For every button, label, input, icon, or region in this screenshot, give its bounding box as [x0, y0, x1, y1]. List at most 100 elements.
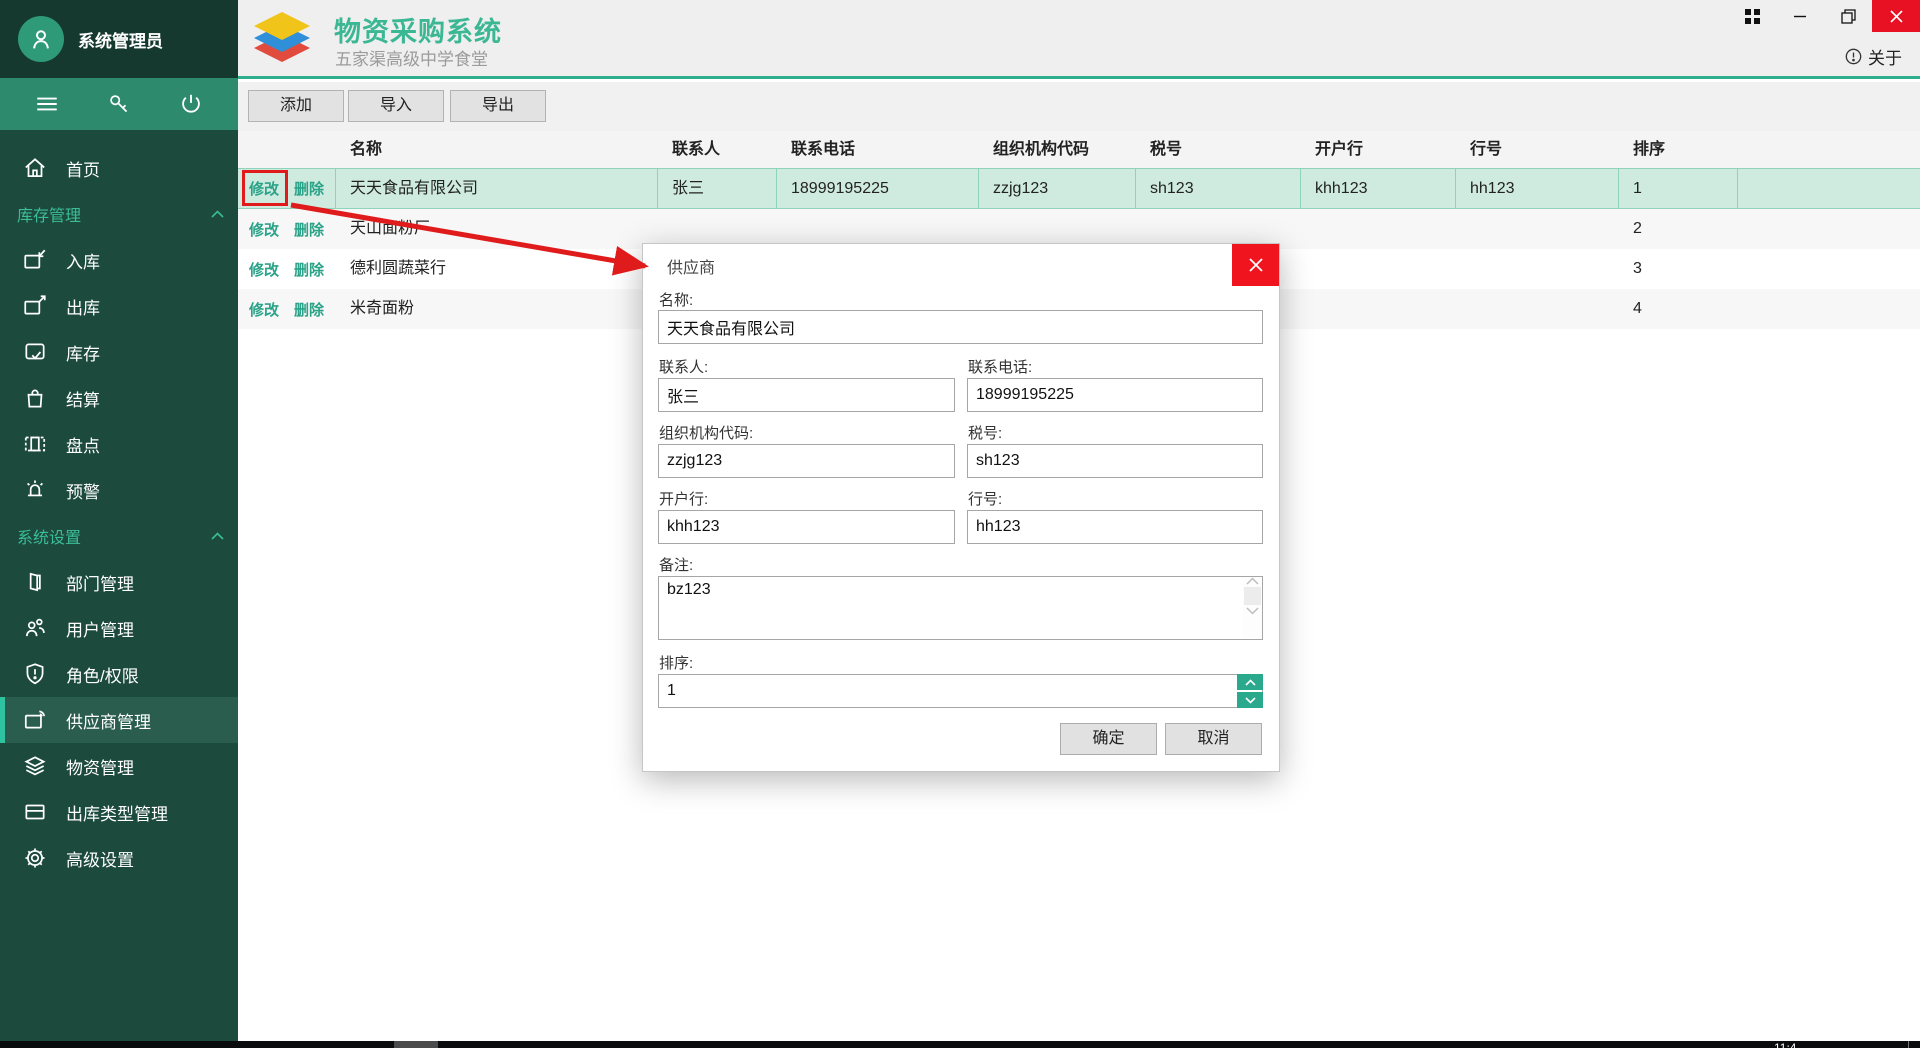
taskbar-item[interactable]	[394, 1041, 438, 1048]
column-header: 排序	[1619, 131, 1738, 168]
cell-name: 天山面粉厂	[336, 209, 658, 249]
column-header: 组织机构代码	[979, 131, 1136, 168]
toolbar: 添加 导入 导出	[238, 82, 1920, 131]
sidebar-item-label: 首页	[66, 156, 100, 181]
cell-bank	[1301, 209, 1456, 249]
column-header: 税号	[1136, 131, 1301, 168]
name-field[interactable]	[658, 310, 1263, 344]
bank-no-label: 行号:	[968, 488, 1002, 509]
stock-icon	[22, 339, 48, 365]
about-button[interactable]: 关于	[1845, 44, 1902, 69]
remark-field[interactable]: bz123	[658, 576, 1263, 640]
sidebar-item-outbound-type[interactable]: 出库类型管理	[0, 789, 238, 835]
chevron-up-icon	[211, 210, 224, 218]
restore-icon[interactable]	[1824, 0, 1872, 32]
sidebar-item-stocktake[interactable]: 盘点	[0, 421, 238, 467]
sidebar-item-label: 出库	[66, 294, 100, 319]
cancel-button[interactable]: 取消	[1165, 723, 1262, 755]
cell-org-code: zzjg123	[979, 169, 1136, 208]
tax-no-field[interactable]	[967, 444, 1263, 478]
sidebar-item-roles[interactable]: 角色/权限	[0, 651, 238, 697]
sidebar-item-outbound[interactable]: 出库	[0, 283, 238, 329]
grid-icon[interactable]	[1728, 0, 1776, 32]
import-button[interactable]: 导入	[348, 90, 444, 122]
spinner-down-icon[interactable]	[1237, 692, 1263, 708]
table-header-row: 名称 联系人 联系电话 组织机构代码 税号 开户行 行号 排序	[238, 131, 1920, 168]
column-header: 联系人	[658, 131, 777, 168]
delete-link[interactable]: 删除	[294, 178, 324, 199]
power-icon[interactable]	[174, 87, 208, 121]
edit-link[interactable]: 修改	[249, 219, 279, 240]
sidebar-item-alert[interactable]: 预警	[0, 467, 238, 513]
sidebar-item-label: 结算	[66, 386, 100, 411]
gear-icon	[22, 845, 48, 871]
stocktake-icon	[22, 431, 48, 457]
department-icon	[22, 569, 48, 595]
export-button[interactable]: 导出	[450, 90, 546, 122]
dialog-close-button[interactable]	[1232, 244, 1279, 286]
edit-link[interactable]: 修改	[249, 178, 279, 199]
bank-no-field[interactable]	[967, 510, 1263, 544]
scroll-thumb[interactable]	[1244, 587, 1261, 605]
column-header: 名称	[336, 131, 658, 168]
sidebar-item-advanced[interactable]: 高级设置	[0, 835, 238, 881]
sort-field[interactable]	[658, 674, 1263, 708]
sidebar-item-stock[interactable]: 库存	[0, 329, 238, 375]
bank-field[interactable]	[658, 510, 955, 544]
column-header: 行号	[1456, 131, 1619, 168]
remark-scrollbar[interactable]	[1243, 577, 1262, 639]
sidebar-item-inbound[interactable]: 入库	[0, 237, 238, 283]
add-button[interactable]: 添加	[248, 90, 344, 122]
delete-link[interactable]: 删除	[294, 259, 324, 280]
table-row[interactable]: 修改 删除 天天食品有限公司 张三 18999195225 zzjg123 sh…	[238, 168, 1920, 209]
users-icon	[22, 615, 48, 641]
app-subtitle: 五家渠高级中学食堂	[335, 45, 488, 70]
inbound-icon	[22, 247, 48, 273]
minimize-icon[interactable]	[1776, 0, 1824, 32]
edit-link[interactable]: 修改	[249, 299, 279, 320]
scroll-up-icon[interactable]	[1246, 577, 1259, 585]
org-code-field[interactable]	[658, 444, 955, 478]
cell-sort: 4	[1619, 289, 1738, 329]
sidebar-item-home[interactable]: 首页	[0, 145, 238, 191]
sidebar-item-label: 供应商管理	[66, 708, 151, 733]
key-icon[interactable]	[102, 87, 136, 121]
delete-link[interactable]: 删除	[294, 299, 324, 320]
dialog-title: 供应商	[667, 254, 715, 278]
scroll-down-icon[interactable]	[1246, 607, 1259, 615]
outbound-icon	[22, 293, 48, 319]
ok-button[interactable]: 确定	[1060, 723, 1157, 755]
sidebar-item-suppliers[interactable]: 供应商管理	[0, 697, 238, 743]
spinner-up-icon[interactable]	[1237, 674, 1263, 690]
sidebar-group-inventory[interactable]: 库存管理	[0, 191, 238, 237]
delete-link[interactable]: 删除	[294, 219, 324, 240]
contact-field[interactable]	[658, 378, 955, 412]
cell-contact: 张三	[658, 169, 777, 208]
sidebar-item-users[interactable]: 用户管理	[0, 605, 238, 651]
close-icon[interactable]	[1872, 0, 1920, 32]
sidebar-group-label: 系统设置	[17, 524, 81, 548]
about-label: 关于	[1868, 44, 1902, 69]
sidebar-group-settings[interactable]: 系统设置	[0, 513, 238, 559]
sidebar-item-label: 部门管理	[66, 570, 134, 595]
chevron-up-icon	[211, 532, 224, 540]
tax-no-label: 税号:	[968, 422, 1002, 443]
edit-link[interactable]: 修改	[249, 259, 279, 280]
sidebar-item-materials[interactable]: 物资管理	[0, 743, 238, 789]
sidebar-item-settle[interactable]: 结算	[0, 375, 238, 421]
cell-bank-no: hh123	[1456, 169, 1619, 208]
actions-column-header	[238, 131, 336, 168]
close-icon	[1249, 258, 1263, 272]
cell-name: 天天食品有限公司	[336, 169, 658, 208]
cell-bank-no	[1456, 249, 1619, 289]
hamburger-icon[interactable]	[30, 87, 64, 121]
user-name: 系统管理员	[78, 27, 163, 52]
taskbar[interactable]: 11:4	[0, 1041, 1920, 1048]
sidebar-icon-bar	[0, 78, 238, 130]
cell-filler	[1738, 209, 1920, 249]
org-code-label: 组织机构代码:	[659, 422, 753, 443]
sidebar-item-label: 盘点	[66, 432, 100, 457]
sidebar-item-department[interactable]: 部门管理	[0, 559, 238, 605]
phone-field[interactable]	[967, 378, 1263, 412]
sidebar-item-label: 物资管理	[66, 754, 134, 779]
